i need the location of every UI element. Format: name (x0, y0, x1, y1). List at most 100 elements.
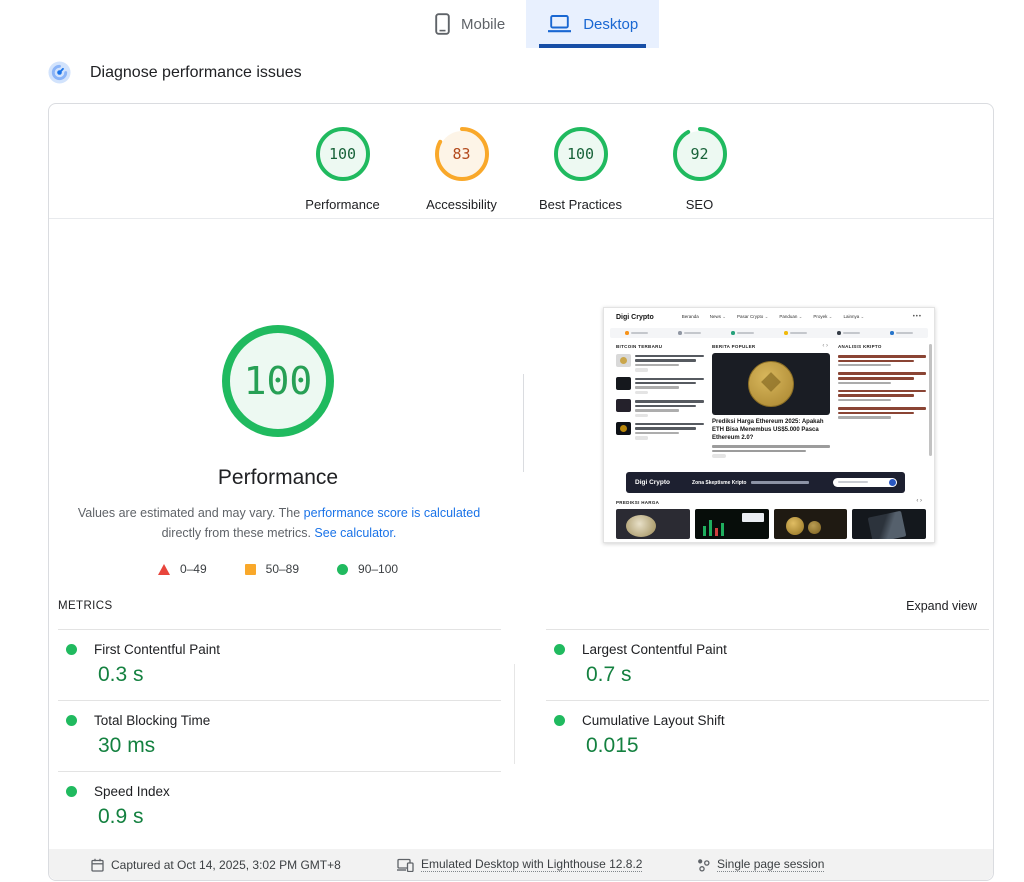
mini-card-row (616, 509, 926, 539)
legend-average: 50–89 (245, 562, 299, 576)
disclaimer-text: Values are estimated and may vary. The (78, 506, 300, 520)
score-ring: 100 (553, 126, 609, 182)
metrics-grid: First Contentful Paint 0.3 s Total Block… (58, 629, 989, 842)
score-value: 83 (434, 126, 490, 182)
score-label: SEO (686, 197, 713, 212)
metric-value: 30 ms (98, 734, 501, 758)
metric-total-blocking-time: Total Blocking Time 30 ms (58, 700, 501, 771)
pass-dot-icon (66, 644, 77, 655)
metric-largest-contentful-paint: Largest Contentful Paint 0.7 s (546, 629, 989, 700)
metric-value: 0.015 (586, 734, 989, 758)
score-best-practices[interactable]: 100 Best Practices (535, 126, 626, 212)
mini-prediksi-harga-title: PREDIKSI HARGA (616, 500, 659, 505)
pass-dot-icon (66, 715, 77, 726)
session-link[interactable]: Single page session (717, 857, 824, 872)
score-value: 100 (553, 126, 609, 182)
capture-time-label: Captured at Oct 14, 2025, 3:02 PM GMT+8 (111, 858, 341, 872)
score-value: 92 (672, 126, 728, 182)
mini-carousel-arrows: ‹ › (822, 343, 828, 349)
form-factor-tabs: Mobile Desktop (414, 0, 659, 48)
mini-col-bitcoin-terbaru: BITCOIN TERBARU (616, 344, 704, 462)
metric-value: 0.9 s (98, 805, 501, 829)
mini-content-columns: BITCOIN TERBARU BERITA POPULER ‹ › Predi… (616, 344, 926, 462)
score-seo[interactable]: 92 SEO (654, 126, 745, 212)
metric-first-contentful-paint: First Contentful Paint 0.3 s (58, 629, 501, 700)
score-label: Best Practices (539, 197, 622, 212)
speedometer-icon (48, 61, 71, 84)
metric-value: 0.7 s (586, 663, 989, 687)
see-calculator-link[interactable]: See calculator. (314, 526, 396, 540)
emulation-environment: Emulated Desktop with Lighthouse 12.8.2 (397, 849, 642, 880)
pass-circle-icon (337, 564, 348, 575)
mini-search-pill (833, 478, 897, 488)
pagespeed-report: Mobile Desktop Diagnose performance issu… (0, 0, 1024, 882)
metrics-right-column: Largest Contentful Paint 0.7 s Cumulativ… (546, 629, 989, 842)
session-graph-icon (697, 858, 710, 872)
metrics-left-column: First Contentful Paint 0.3 s Total Block… (58, 629, 501, 842)
disclaimer-text: directly from these metrics. (162, 526, 311, 540)
legend-label: 0–49 (180, 562, 207, 576)
divider (523, 374, 524, 472)
score-label: Performance (305, 197, 379, 212)
tab-mobile[interactable]: Mobile (414, 0, 526, 48)
environment-link[interactable]: Emulated Desktop with Lighthouse 12.8.2 (421, 857, 642, 872)
expand-view-button[interactable]: Expand view (906, 599, 977, 613)
score-ring: 92 (672, 126, 728, 182)
metrics-section-title: METRICS (58, 600, 113, 612)
mini-crypto-ticker (610, 328, 928, 338)
average-square-icon (245, 564, 256, 575)
metric-cumulative-layout-shift: Cumulative Layout Shift 0.015 (546, 700, 989, 771)
tab-desktop[interactable]: Desktop (526, 0, 659, 48)
score-ring: 100 (315, 126, 371, 182)
devices-icon (397, 858, 414, 872)
score-accessibility[interactable]: 83 Accessibility (416, 126, 507, 212)
pass-dot-icon (554, 644, 565, 655)
calendar-icon (91, 858, 104, 872)
divider (49, 218, 993, 219)
performance-gauge-label: Performance (49, 466, 507, 490)
score-ring: 83 (434, 126, 490, 182)
fail-triangle-icon (158, 564, 170, 575)
mini-site-brand: Digi Crypto (616, 314, 654, 321)
report-footer: Captured at Oct 14, 2025, 3:02 PM GMT+8 … (49, 849, 993, 880)
page-screenshot: Digi Crypto BerandaNewsPasar CryptoPandu… (603, 307, 935, 543)
mini-dark-banner: Digi Crypto Zona Skeptisme Kripto (626, 472, 905, 493)
pass-dot-icon (554, 715, 565, 726)
mini-carousel-arrows: ‹ › (916, 498, 922, 504)
score-label: Accessibility (426, 197, 497, 212)
legend-fail: 0–49 (158, 562, 207, 576)
diagnose-header: Diagnose performance issues (48, 61, 302, 84)
phone-icon (435, 13, 450, 35)
pass-dot-icon (66, 786, 77, 797)
legend-label: 90–100 (358, 562, 398, 576)
mini-headline: Prediksi Harga Ethereum 2025: Apakah ETH… (712, 419, 830, 442)
mini-scrollbar (929, 344, 932, 456)
metric-speed-index: Speed Index 0.9 s (58, 771, 501, 842)
mini-hero-image (712, 353, 830, 415)
divider (514, 664, 515, 764)
legend-pass: 90–100 (337, 562, 398, 576)
page-title: Diagnose performance issues (90, 64, 302, 82)
score-legend: 0–49 50–89 90–100 (49, 562, 507, 576)
report-card: 100 Performance 83 Accessibility 100 Bes… (48, 103, 994, 881)
score-disclaimer: Values are estimated and may vary. The p… (63, 503, 495, 544)
legend-label: 50–89 (266, 562, 299, 576)
tab-desktop-label: Desktop (583, 16, 638, 33)
mini-col-berita-populer: BERITA POPULER ‹ › Prediksi Harga Ethere… (712, 344, 830, 462)
performance-gauge: 100 (219, 322, 337, 440)
mini-menu-dots-icon: ••• (913, 314, 922, 320)
laptop-icon (547, 14, 572, 34)
score-value: 100 (315, 126, 371, 182)
capture-time: Captured at Oct 14, 2025, 3:02 PM GMT+8 (91, 849, 341, 880)
score-performance[interactable]: 100 Performance (297, 126, 388, 212)
metrics-header: METRICS Expand view (58, 599, 977, 613)
tab-mobile-label: Mobile (461, 16, 505, 33)
session-type: Single page session (697, 849, 824, 880)
mini-site-nav: BerandaNewsPasar CryptoPanduanProyekLain… (682, 314, 865, 320)
performance-gauge-value: 100 (219, 322, 337, 440)
category-scores: 100 Performance 83 Accessibility 100 Bes… (49, 126, 993, 212)
metric-value: 0.3 s (98, 663, 501, 687)
score-calculation-link[interactable]: performance score is calculated (304, 506, 480, 520)
mini-site-header: Digi Crypto BerandaNewsPasar CryptoPandu… (604, 308, 934, 326)
mini-col-analisis-kripto: ANALISIS KRIPTO (838, 344, 926, 462)
